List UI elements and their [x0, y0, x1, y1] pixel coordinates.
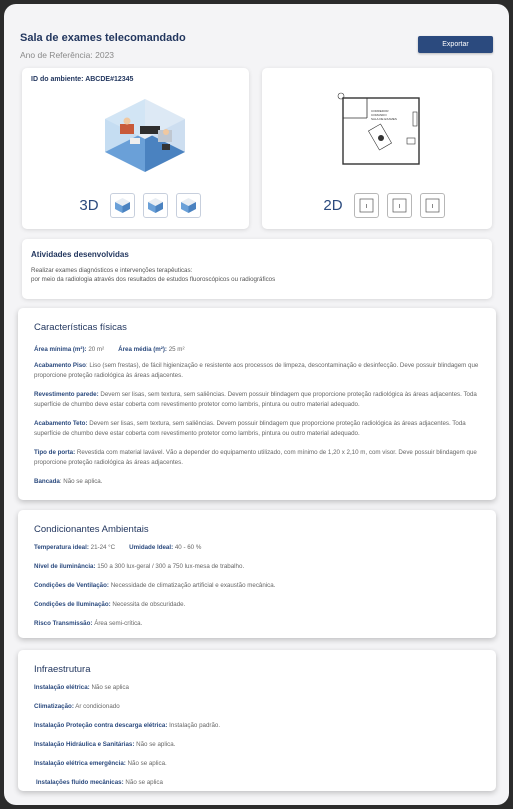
- wall-covering: Revestimento parede: Devem ser lisas, se…: [34, 391, 477, 408]
- activities-card: Atividades desenvolvidas Realizar exames…: [22, 239, 492, 299]
- page-frame: Sala de exames telecomandado Ano de Refe…: [4, 4, 509, 805]
- humidity: Umidade Ideal: 40 - 60 %: [129, 544, 202, 551]
- view-3d-card: ID do ambiente: ABCDE#12345 3D: [22, 68, 249, 229]
- emergency-electrical: Instalação elétrica emergência: Não se a…: [34, 760, 167, 767]
- physical-characteristics-card: Características físicas Área mínima (m²)…: [18, 308, 496, 500]
- thumbnail-3d-3[interactable]: [176, 192, 201, 218]
- fluid-mechanical: Instalações fluido mecânicas: Não se apl…: [36, 779, 163, 786]
- floor-plan-2d[interactable]: CORREDOR COMANDO SALA DE EXAMES: [337, 92, 425, 170]
- lightning-protection: Instalação Proteção contra descarga elét…: [34, 722, 221, 729]
- room-thumbnail-icon: [115, 197, 130, 213]
- view-2d-card: CORREDOR COMANDO SALA DE EXAMES 2D: [262, 68, 492, 229]
- hydraulic-installation: Instalação Hidráulica e Sanitárias: Não …: [34, 741, 176, 748]
- activities-line-1: Realizar exames diagnósticos e intervenç…: [31, 267, 193, 274]
- plan-thumbnail-icon: [359, 198, 374, 212]
- plan-thumbnail-icon: [392, 198, 407, 212]
- climatization: Climatização: Ar condicionado: [34, 703, 120, 710]
- plan-thumbnail-icon: [425, 198, 440, 212]
- physical-title: Características físicas: [34, 322, 127, 333]
- transmission-risk: Risco Transmissão: Área semi-crítica.: [34, 620, 143, 627]
- floor-finish: Acabamento Piso: Liso (sem frestas), de …: [34, 362, 479, 379]
- plan-label-exam-room: SALA DE EXAMES: [371, 117, 397, 121]
- infrastructure-title: Infraestrutura: [34, 664, 91, 675]
- export-button[interactable]: Exportar: [418, 36, 493, 53]
- lighting: Condições de Iluminação: Necessita de ob…: [34, 601, 186, 608]
- mode-2d-label[interactable]: 2D: [320, 192, 346, 218]
- ceiling-finish: Acabamento Teto: Devem ser lisas, sem te…: [34, 420, 466, 437]
- environment-title: Condicionantes Ambientais: [34, 524, 149, 535]
- view-2d-thumbnails: 2D: [320, 192, 445, 218]
- mode-3d-label[interactable]: 3D: [76, 192, 102, 218]
- room-thumbnail-icon: [181, 197, 196, 213]
- area-avg: Área média (m²): 25 m²: [118, 346, 185, 353]
- environmental-conditions-card: Condicionantes Ambientais Temperatura id…: [18, 510, 496, 638]
- activities-text: Realizar exames diagnósticos e intervenç…: [31, 266, 275, 284]
- activities-title: Atividades desenvolvidas: [31, 250, 129, 259]
- page-header: Sala de exames telecomandado Ano de Refe…: [20, 32, 493, 60]
- infrastructure-card: Infraestrutura Instalação elétrica: Não …: [18, 650, 496, 791]
- room-thumbnail-icon: [148, 197, 163, 213]
- thumbnail-2d-1[interactable]: [354, 192, 379, 218]
- environment-id: ID do ambiente: ABCDE#12345: [31, 76, 134, 83]
- area-min: Área mínima (m²): 20 m²: [34, 346, 105, 353]
- thumbnail-2d-3[interactable]: [420, 192, 445, 218]
- illuminance: Nível de iluminância: 150 a 300 lux-gera…: [34, 563, 245, 570]
- ventilation: Condições de Ventilação: Necessidade de …: [34, 582, 276, 589]
- electrical-installation: Instalação elétrica: Não se aplica: [34, 684, 129, 691]
- thumbnail-3d-2[interactable]: [143, 192, 168, 218]
- bench: Bancada: Não se aplica.: [34, 478, 103, 485]
- door-type: Tipo de porta: Revestida com material la…: [34, 449, 477, 466]
- thumbnail-2d-2[interactable]: [387, 192, 412, 218]
- view-3d-thumbnails: 3D: [76, 192, 201, 218]
- activities-line-2: por meio da radiologia através dos resul…: [31, 276, 276, 283]
- area-row: Área mínima (m²): 20 m² Área média (m²):…: [34, 345, 482, 355]
- room-3d-illustration[interactable]: [100, 94, 190, 174]
- temperature: Temperatura ideal: 21-24 °C: [34, 544, 116, 551]
- thumbnail-3d-1[interactable]: [110, 192, 135, 218]
- temp-humidity-row: Temperatura ideal: 21-24 °C Umidade Idea…: [34, 543, 482, 553]
